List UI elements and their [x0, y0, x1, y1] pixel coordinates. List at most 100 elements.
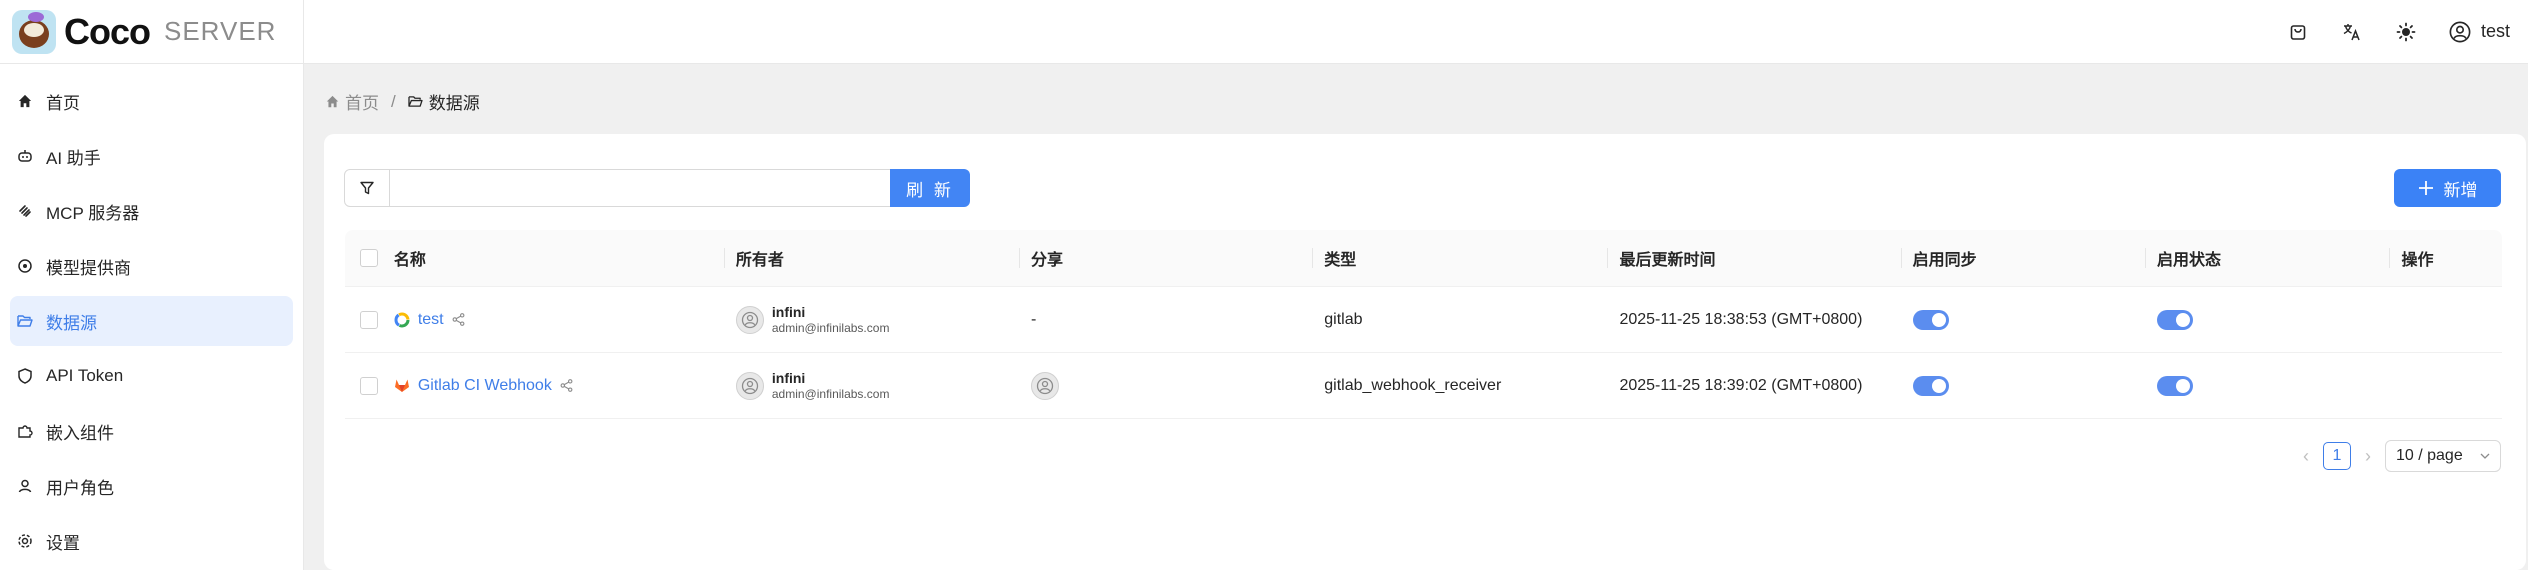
sidebar-item-embed[interactable]: 嵌入组件	[10, 406, 293, 456]
sidebar-item-mcp[interactable]: MCP 服务器	[10, 186, 293, 236]
col-updated[interactable]: 最后更新时间	[1607, 230, 1900, 286]
datasource-name-link[interactable]: Gitlab CI Webhook	[418, 377, 552, 395]
sidebar-item-label: 数据源	[46, 313, 97, 333]
owner-cell: infini admin@infinilabs.com	[724, 353, 1019, 418]
pagination: ‹ 1 › 10 / page	[2303, 440, 2501, 472]
sync-cell	[1901, 353, 2145, 418]
sidebar-item-label: 设置	[46, 533, 80, 553]
updated-cell: 2025-11-25 18:38:53 (GMT+0800)	[1619, 310, 1863, 328]
logo-text: Coco	[64, 10, 151, 52]
translate-icon[interactable]	[2341, 21, 2363, 43]
table-row: Gitlab CI Webhook infini admin@infinilab…	[345, 353, 2502, 419]
sidebar-item-user-roles[interactable]: 用户角色	[10, 461, 293, 511]
col-sync-enabled[interactable]: 启用同步	[1900, 230, 2145, 286]
name-cell: test	[394, 287, 724, 352]
refresh-button[interactable]: 刷 新	[890, 169, 970, 207]
sync-cell	[1901, 287, 2145, 352]
filter-button[interactable]	[344, 169, 390, 207]
sidebar-item-model-provider[interactable]: 模型提供商	[10, 241, 293, 291]
sidebar-item-label: API Token	[46, 366, 124, 385]
select-all-checkbox[interactable]	[360, 249, 379, 267]
col-owner[interactable]: 所有者	[723, 230, 1019, 286]
chevron-down-icon	[2480, 453, 2490, 459]
page-size-select[interactable]: 10 / page	[2385, 440, 2501, 472]
model-icon	[16, 257, 34, 275]
filter-icon	[359, 180, 375, 196]
status-toggle[interactable]	[2157, 309, 2194, 330]
sidebar-menu: 首页 AI 助手 MCP 服务器 模型提供商 数据源 API Token 嵌入组…	[0, 64, 303, 566]
type-cell: gitlab	[1324, 310, 1363, 328]
name-cell: Gitlab CI Webhook	[394, 353, 724, 418]
share-icon[interactable]	[560, 379, 573, 392]
add-button-label: 新增	[2443, 180, 2478, 200]
shopping-bag-icon[interactable]	[2287, 21, 2309, 43]
sidebar-item-datasource[interactable]: 数据源	[10, 296, 293, 346]
robot-icon	[16, 147, 34, 165]
coconut-logo-icon	[12, 9, 56, 54]
col-type[interactable]: 类型	[1312, 230, 1607, 286]
prev-page-icon[interactable]: ‹	[2303, 446, 2309, 467]
owner-name: infini	[771, 369, 806, 386]
avatar	[735, 305, 764, 334]
add-button[interactable]: 新增	[2394, 169, 2501, 207]
owner-email: admin@infinilabs.com	[771, 386, 890, 401]
datasource-name-link[interactable]: test	[418, 311, 444, 329]
sidebar-item-label: 用户角色	[46, 478, 114, 498]
sidebar-item-home[interactable]: 首页	[10, 76, 293, 126]
page-size-value: 10 / page	[2396, 447, 2463, 464]
sync-toggle[interactable]	[1912, 375, 1949, 396]
col-actions: 操作	[2389, 230, 2502, 286]
col-share[interactable]: 分享	[1019, 230, 1312, 286]
next-page-icon[interactable]: ›	[2365, 446, 2371, 467]
shared-user-avatar[interactable]	[1031, 371, 1060, 400]
logo[interactable]: Coco SERVER	[0, 0, 303, 64]
gear-icon	[16, 532, 34, 550]
sidebar-item-ai-assistant[interactable]: AI 助手	[10, 131, 293, 181]
sun-icon[interactable]	[2395, 21, 2417, 43]
page-number[interactable]: 1	[2323, 442, 2351, 470]
sidebar-item-label: 模型提供商	[46, 258, 131, 278]
mcp-icon	[16, 202, 34, 220]
username: test	[2480, 21, 2510, 41]
plus-icon	[2418, 180, 2434, 196]
breadcrumb-current: 数据源	[428, 94, 480, 113]
user-circle-icon	[2449, 21, 2471, 43]
home-icon	[16, 92, 34, 110]
owner-email: admin@infinilabs.com	[771, 320, 890, 335]
status-toggle[interactable]	[2157, 375, 2194, 396]
row-select-cell	[345, 287, 394, 352]
share-cell	[1019, 353, 1312, 418]
col-status-enabled[interactable]: 启用状态	[2145, 230, 2389, 286]
user-icon	[16, 477, 34, 495]
top-bar: test	[304, 0, 2528, 64]
share-icon[interactable]	[452, 313, 465, 326]
gitlab-icon	[394, 378, 410, 393]
updated-cell: 2025-11-25 18:39:02 (GMT+0800)	[1619, 376, 1863, 394]
owner-cell: infini admin@infinilabs.com	[724, 287, 1019, 352]
row-select-cell	[345, 353, 394, 418]
row-checkbox[interactable]	[360, 310, 379, 329]
row-checkbox[interactable]	[360, 376, 379, 395]
breadcrumb-home[interactable]: 首页	[345, 89, 379, 114]
folder-open-icon	[408, 95, 423, 108]
google-drive-icon	[394, 312, 410, 328]
select-all-cell	[345, 230, 394, 286]
sync-toggle[interactable]	[1912, 309, 1949, 330]
status-cell	[2145, 353, 2389, 418]
col-name[interactable]: 名称	[394, 230, 724, 286]
sidebar-item-api-token[interactable]: API Token	[10, 351, 293, 401]
logo-subtext: SERVER	[164, 16, 277, 46]
sidebar-item-label: MCP 服务器	[46, 203, 140, 223]
avatar	[735, 371, 764, 400]
status-cell	[2145, 287, 2389, 352]
actions-cell	[2389, 353, 2502, 418]
user-menu[interactable]: test	[2449, 21, 2510, 43]
folder-open-icon	[16, 312, 34, 330]
shield-icon	[16, 367, 34, 385]
search-input[interactable]	[389, 169, 891, 207]
table-header: 名称 所有者 分享 类型 最后更新时间 启用同步 启用状态 操作	[345, 230, 2502, 287]
owner-name: infini	[771, 303, 806, 320]
sidebar-item-label: 首页	[46, 93, 80, 113]
sidebar-item-settings[interactable]: 设置	[10, 516, 293, 566]
share-cell: -	[1031, 310, 1037, 328]
